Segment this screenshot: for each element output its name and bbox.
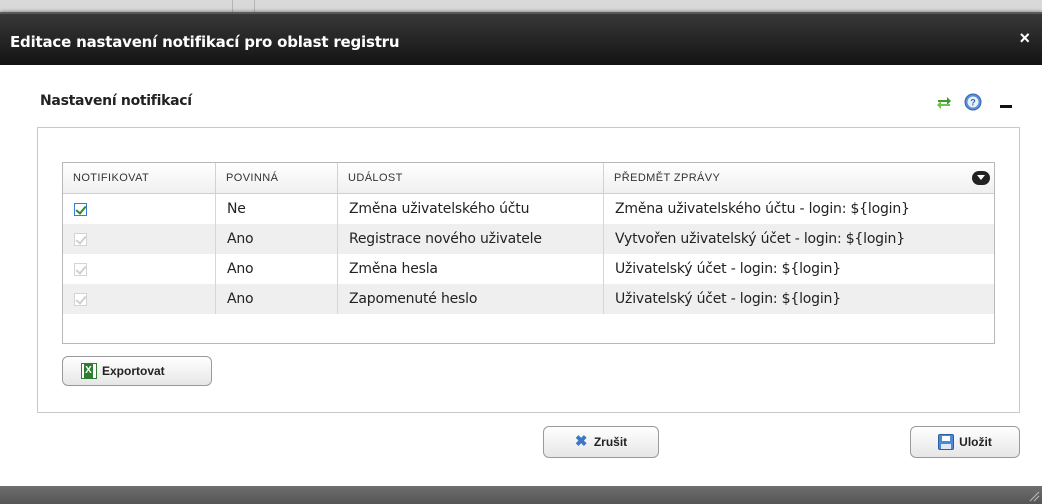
- event-cell: Změna hesla: [338, 254, 604, 284]
- notifications-grid: NOTIFIKOVAT POVINNÁ UDÁLOST PŘEDMĚT ZPRÁ…: [62, 162, 995, 344]
- table-row[interactable]: Ano Zapomenuté heslo Uživatelský účet - …: [63, 284, 994, 314]
- close-button[interactable]: ×: [1019, 29, 1030, 47]
- subject-cell: Uživatelský účet - login: ${login}: [615, 261, 841, 277]
- help-icon[interactable]: ?: [964, 93, 982, 111]
- cancel-button-label: Zrušit: [593, 435, 628, 449]
- notify-checkbox: [74, 233, 87, 246]
- subject-cell: Vytvořen uživatelský účet - login: ${log…: [615, 231, 905, 247]
- column-header-notify[interactable]: NOTIFIKOVAT: [63, 163, 216, 193]
- notify-cell: [63, 254, 216, 284]
- export-button[interactable]: Exportovat: [62, 356, 212, 386]
- notify-checkbox: [74, 263, 87, 276]
- section-title: Nastavení notifikací: [40, 93, 192, 109]
- resize-grip-icon[interactable]: [1028, 490, 1040, 502]
- minimize-icon[interactable]: [1000, 105, 1012, 108]
- column-header-subject-label: PŘEDMĚT ZPRÁVY: [614, 172, 721, 184]
- required-cell: Ano: [216, 284, 338, 314]
- dialog-titlebar[interactable]: Editace nastavení notifikací pro oblast …: [0, 12, 1042, 65]
- table-row[interactable]: Ne Změna uživatelského účtu Změna uživat…: [63, 194, 994, 224]
- panel-tools: ?: [934, 92, 1024, 112]
- event-cell: Registrace nového uživatele: [338, 224, 604, 254]
- grid-header: NOTIFIKOVAT POVINNÁ UDÁLOST PŘEDMĚT ZPRÁ…: [63, 163, 994, 194]
- column-header-required[interactable]: POVINNÁ: [216, 163, 338, 193]
- notify-cell: [63, 224, 216, 254]
- refresh-icon[interactable]: [934, 92, 954, 112]
- notify-checkbox: [74, 293, 87, 306]
- cancel-button[interactable]: ✖ Zrušit: [543, 426, 659, 458]
- background-strip-segment: [232, 0, 255, 12]
- floppy-disk-icon: [938, 434, 955, 450]
- required-cell: Ne: [216, 194, 338, 224]
- background-window-strip: [0, 0, 1042, 12]
- dialog-title: Editace nastavení notifikací pro oblast …: [10, 33, 400, 51]
- excel-icon: [81, 363, 97, 379]
- svg-text:?: ?: [970, 98, 976, 108]
- save-button[interactable]: Uložit: [910, 426, 1020, 458]
- required-cell: Ano: [216, 254, 338, 284]
- dialog-footer-strip: [0, 486, 1042, 504]
- notify-cell: [63, 284, 216, 314]
- subject-cell: Změna uživatelského účtu - login: ${logi…: [615, 201, 910, 217]
- notify-cell: [63, 194, 216, 224]
- notification-settings-dialog: Editace nastavení notifikací pro oblast …: [0, 12, 1042, 504]
- table-row[interactable]: Ano Změna hesla Uživatelský účet - login…: [63, 254, 994, 284]
- event-cell: Zapomenuté heslo: [338, 284, 604, 314]
- export-button-label: Exportovat: [102, 364, 165, 378]
- column-header-subject[interactable]: PŘEDMĚT ZPRÁVY: [604, 163, 994, 193]
- close-icon: ✖: [574, 433, 588, 450]
- table-row[interactable]: Ano Registrace nového uživatele Vytvořen…: [63, 224, 994, 254]
- background-strip-segment: [0, 0, 233, 12]
- save-button-label: Uložit: [959, 435, 992, 449]
- required-cell: Ano: [216, 224, 338, 254]
- event-cell: Změna uživatelského účtu: [338, 194, 604, 224]
- notify-checkbox[interactable]: [74, 203, 87, 216]
- subject-cell: Uživatelský účet - login: ${login}: [615, 291, 841, 307]
- column-header-event[interactable]: UDÁLOST: [338, 163, 604, 193]
- chevron-down-icon[interactable]: [972, 171, 990, 185]
